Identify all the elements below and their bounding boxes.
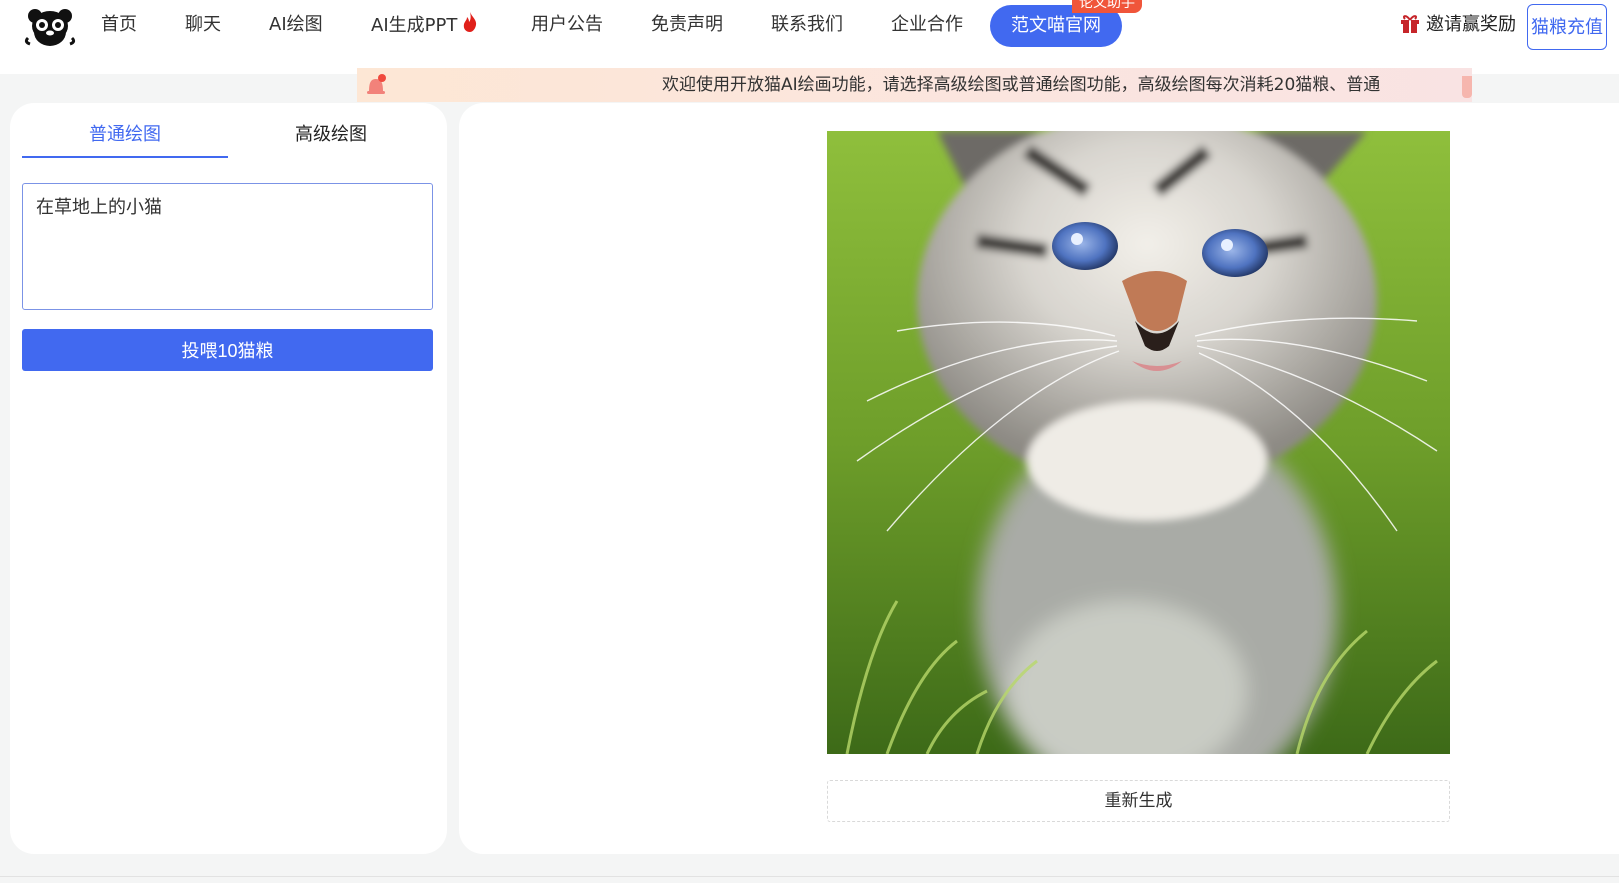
nav-enterprise[interactable]: 企业合作 <box>891 12 963 38</box>
recharge-button[interactable]: 猫粮充值 <box>1527 4 1607 50</box>
feed-submit-button[interactable]: 投喂10猫粮 <box>22 329 433 371</box>
nav-contact[interactable]: 联系我们 <box>771 12 843 38</box>
invite-reward-link[interactable]: 邀请赢奖励 <box>1400 12 1516 38</box>
draw-settings-panel: 普通绘图 高级绘图 在草地上的小猫 投喂10猫粮 <box>10 103 447 854</box>
nav-announcements[interactable]: 用户公告 <box>531 12 603 38</box>
nav-chat[interactable]: 聊天 <box>185 12 221 38</box>
nav-ai-draw[interactable]: AI绘图 <box>269 12 323 38</box>
notice-scroll-marker <box>1462 76 1472 98</box>
notice-bar: 欢迎使用开放猫AI绘画功能，请选择高级绘图或普通绘图功能，高级绘图每次消耗20猫… <box>357 68 1472 102</box>
nav-ai-ppt-label: AI生成PPT <box>371 15 458 36</box>
invite-reward-label: 邀请赢奖励 <box>1426 14 1516 35</box>
paper-assistant-badge: 论文助手 <box>1072 0 1142 13</box>
tab-normal-draw[interactable]: 普通绘图 <box>22 117 228 153</box>
nav-disclaimer[interactable]: 免责声明 <box>651 12 723 38</box>
top-nav: 首页 聊天 AI绘图 AI生成PPT 用户公告 免责声明 联系我们 企业合作 范… <box>0 0 1619 74</box>
generated-image[interactable] <box>827 131 1450 754</box>
nav-ai-ppt[interactable]: AI生成PPT <box>371 12 477 38</box>
logo-icon[interactable] <box>24 4 76 50</box>
active-tab-indicator <box>22 156 228 158</box>
fire-icon <box>463 12 477 40</box>
notice-text: 欢迎使用开放猫AI绘画功能，请选择高级绘图或普通绘图功能，高级绘图每次消耗20猫… <box>662 75 1381 95</box>
tab-advanced-draw[interactable]: 高级绘图 <box>228 117 434 153</box>
result-panel: 重新生成 <box>459 103 1619 854</box>
gift-icon <box>1400 13 1420 41</box>
page-bottom-divider <box>0 876 1619 877</box>
bell-icon <box>363 72 389 102</box>
nav-home[interactable]: 首页 <box>101 12 137 38</box>
regenerate-button[interactable]: 重新生成 <box>827 780 1450 822</box>
prompt-input[interactable]: 在草地上的小猫 <box>22 183 433 310</box>
